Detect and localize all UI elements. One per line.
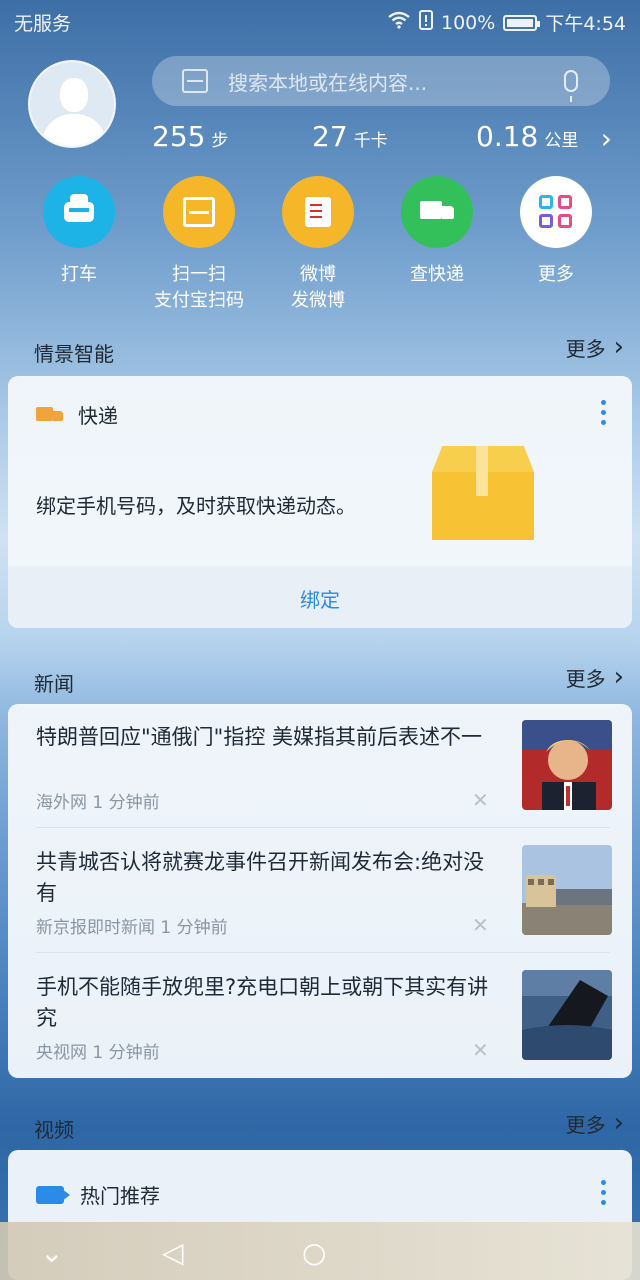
quick-action-label: 查快递 xyxy=(410,264,464,285)
news-time: 1 分钟前 xyxy=(160,918,228,938)
chevron-right-icon[interactable]: › xyxy=(614,332,624,362)
distance-stat: 0.18 公里 xyxy=(476,120,578,153)
news-card: 特朗普回应"通俄门"指控 美媒指其前后表述不一 海外网 1 分钟前 ✕ 共青城否… xyxy=(8,704,632,1078)
video-camera-icon xyxy=(36,1185,70,1204)
close-icon[interactable]: ✕ xyxy=(472,788,489,812)
chevron-down-icon[interactable]: ⌄ xyxy=(40,1236,63,1269)
news-more-link[interactable]: 更多 › xyxy=(566,662,624,692)
news-item[interactable]: 手机不能随手放兜里?充电口朝上或朝下其实有讲究 央视网 1 分钟前 ✕ xyxy=(36,954,612,1078)
quick-actions: 打车 扫一扫 支付宝扫码 微博 发微博 查快递 更多 xyxy=(0,176,640,316)
news-time: 1 分钟前 xyxy=(92,1043,160,1063)
close-icon[interactable]: ✕ xyxy=(472,1038,489,1062)
scan-icon[interactable] xyxy=(182,69,208,93)
quick-action-more[interactable]: 更多 xyxy=(496,176,616,288)
divider xyxy=(36,952,610,953)
news-source: 央视网 xyxy=(36,1043,87,1063)
taxi-icon[interactable] xyxy=(43,176,115,248)
truck-icon[interactable] xyxy=(401,176,473,248)
search-bar[interactable]: 搜索本地或在线内容... xyxy=(152,56,610,106)
steps-stat: 255 步 xyxy=(152,120,228,153)
news-meta: 新京报即时新闻 1 分钟前 xyxy=(36,913,228,938)
quick-action-scan[interactable]: 扫一扫 支付宝扫码 xyxy=(139,176,259,314)
express-card-title: 快递 xyxy=(78,404,118,428)
distance-value: 0.18 xyxy=(476,120,539,153)
news-thumbnail[interactable] xyxy=(522,970,612,1060)
express-card-header: 快递 xyxy=(36,400,118,429)
battery-percent: 100% xyxy=(441,11,496,34)
bind-button[interactable]: 绑定 xyxy=(8,584,632,613)
home-icon[interactable]: ○ xyxy=(302,1236,326,1269)
news-headline[interactable]: 手机不能随手放兜里?充电口朝上或朝下其实有讲究 xyxy=(36,972,496,1034)
more-options-icon[interactable] xyxy=(600,1180,606,1206)
more-label[interactable]: 更多 xyxy=(566,1109,606,1138)
carrier-text: 无服务 xyxy=(14,13,72,35)
quick-action-taxi[interactable]: 打车 xyxy=(19,176,139,288)
quick-action-label: 更多 xyxy=(538,264,574,285)
battery-icon xyxy=(503,14,541,31)
quick-action-label: 扫一扫 支付宝扫码 xyxy=(154,264,244,311)
quick-action-weibo[interactable]: 微博 发微博 xyxy=(258,176,378,314)
calories-value: 27 xyxy=(312,120,348,153)
more-label[interactable]: 更多 xyxy=(566,663,606,692)
more-label[interactable]: 更多 xyxy=(566,333,606,362)
video-more-link[interactable]: 更多 › xyxy=(566,1108,624,1138)
status-icons: 100% 下午4:54 xyxy=(387,9,626,36)
express-card: 快递 绑定手机号码，及时获取快递动态。 绑定 xyxy=(8,376,632,628)
quick-action-express[interactable]: 查快递 xyxy=(377,176,497,288)
quick-action-label: 打车 xyxy=(61,264,97,285)
express-card-description: 绑定手机号码，及时获取快递动态。 xyxy=(36,494,356,518)
news-meta: 央视网 1 分钟前 xyxy=(36,1038,160,1063)
news-headline[interactable]: 特朗普回应"通俄门"指控 美媒指其前后表述不一 xyxy=(36,722,496,753)
apps-grid-icon[interactable] xyxy=(520,176,592,248)
news-source: 新京报即时新闻 xyxy=(36,918,155,938)
news-item[interactable]: 特朗普回应"通俄门"指控 美媒指其前后表述不一 海外网 1 分钟前 ✕ xyxy=(36,704,612,828)
news-source: 海外网 xyxy=(36,793,87,813)
weibo-pen-icon[interactable] xyxy=(282,176,354,248)
scene-more-link[interactable]: 更多 › xyxy=(566,332,624,362)
section-title-news: 新闻 xyxy=(34,672,74,696)
news-thumbnail[interactable] xyxy=(522,720,612,810)
calories-stat: 27 千卡 xyxy=(312,120,388,153)
avatar[interactable] xyxy=(28,60,116,148)
close-icon[interactable]: ✕ xyxy=(472,913,489,937)
avatar-body-shape xyxy=(42,114,106,146)
scan-icon[interactable] xyxy=(163,176,235,248)
sim-alert-icon xyxy=(419,10,433,35)
news-time: 1 分钟前 xyxy=(92,793,160,813)
steps-value: 255 xyxy=(152,120,206,153)
news-meta: 海外网 1 分钟前 xyxy=(36,788,160,813)
news-thumbnail[interactable] xyxy=(522,845,612,935)
search-placeholder[interactable]: 搜索本地或在线内容... xyxy=(228,67,564,96)
chevron-right-icon[interactable]: › xyxy=(601,122,612,155)
avatar-head-shape xyxy=(60,78,88,112)
news-headline[interactable]: 共青城否认将就赛龙事件召开新闻发布会:绝对没有 xyxy=(36,847,496,909)
delivery-truck-icon xyxy=(36,405,64,425)
section-title-scene: 情景智能 xyxy=(34,342,114,366)
chevron-right-icon[interactable]: › xyxy=(614,1108,624,1138)
health-stats[interactable]: 255 步 27 千卡 0.18 公里 › xyxy=(150,120,620,156)
navigation-bar: ⌄ ◁ ○ xyxy=(0,1222,640,1280)
chevron-right-icon[interactable]: › xyxy=(614,662,624,692)
back-icon[interactable]: ◁ xyxy=(162,1236,184,1269)
wifi-icon xyxy=(387,11,411,34)
status-bar: 无服务 100% 下午4:54 xyxy=(0,0,640,42)
microphone-icon[interactable] xyxy=(564,70,578,102)
steps-unit: 步 xyxy=(211,131,229,151)
package-box-icon xyxy=(432,446,534,540)
more-options-icon[interactable] xyxy=(600,400,606,426)
clock: 下午4:54 xyxy=(545,13,626,35)
section-title-video: 视频 xyxy=(34,1118,74,1142)
distance-unit: 公里 xyxy=(544,131,579,151)
video-card-header: 热门推荐 xyxy=(36,1180,160,1209)
video-card-title: 热门推荐 xyxy=(80,1184,160,1208)
news-item[interactable]: 共青城否认将就赛龙事件召开新闻发布会:绝对没有 新京报即时新闻 1 分钟前 ✕ xyxy=(36,829,612,953)
calories-unit: 千卡 xyxy=(353,131,388,151)
quick-action-label: 微博 发微博 xyxy=(291,264,345,311)
divider xyxy=(36,827,610,828)
